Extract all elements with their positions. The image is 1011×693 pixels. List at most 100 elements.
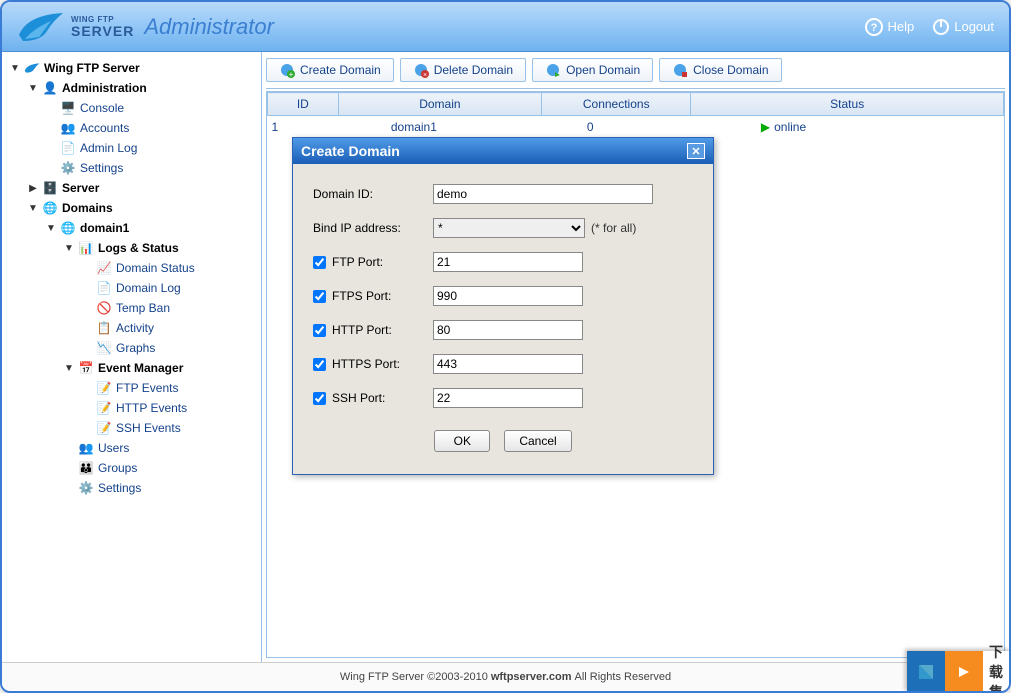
ssh-port-input[interactable] [433,388,583,408]
tree-accounts[interactable]: 👥Accounts [44,118,257,138]
content-area: +Create Domain ×Delete Domain Open Domai… [262,52,1009,662]
server-node-icon: 🗄️ [42,180,58,196]
svg-text:×: × [423,72,427,78]
admin-title: Administrator [144,14,274,40]
ftps-port-label: FTPS Port: [332,289,391,303]
domains-icon: 🌐 [42,200,58,216]
groups-icon: 👪 [78,460,94,476]
accounts-icon: 👥 [60,120,76,136]
bind-ip-label: Bind IP address: [313,221,401,235]
tree-graphs[interactable]: 📉Graphs [80,338,257,358]
tree-logs-status[interactable]: ▼📊Logs & Status [62,238,257,258]
col-connections[interactable]: Connections [542,93,691,116]
tree-temp-ban[interactable]: 🚫Temp Ban [80,298,257,318]
status-icon: 📈 [96,260,112,276]
online-icon: ▶ [761,120,770,134]
tree-administration[interactable]: ▼👤Administration [26,78,257,98]
admin-icon: 👤 [42,80,58,96]
col-status[interactable]: Status [691,93,1004,116]
badge-blue-icon [907,651,945,693]
tree-domains[interactable]: ▼🌐Domains [26,198,257,218]
ok-button[interactable]: OK [434,430,490,452]
globe-delete-icon: × [413,62,429,78]
domain-id-input[interactable] [433,184,653,204]
bind-ip-select[interactable]: * [433,218,585,238]
tree-http-events[interactable]: 📝HTTP Events [80,398,257,418]
ban-icon: 🚫 [96,300,112,316]
bind-hint: (* for all) [591,221,636,235]
tree-console[interactable]: 🖥️Console [44,98,257,118]
https-port-input[interactable] [433,354,583,374]
col-domain[interactable]: Domain [338,93,541,116]
http-port-check[interactable] [313,324,326,337]
dialog-close-button[interactable]: ✕ [687,143,705,159]
https-port-check[interactable] [313,358,326,371]
tree-activity[interactable]: 📋Activity [80,318,257,338]
tree-users[interactable]: 👥Users [62,438,257,458]
console-icon: 🖥️ [60,100,76,116]
logs-icon: 📊 [78,240,94,256]
sidebar: ▼ Wing FTP Server ▼👤Administration 🖥️Con… [2,52,262,662]
evmgr-icon: 📅 [78,360,94,376]
tree-settings-admin[interactable]: ⚙️Settings [44,158,257,178]
ev-icon: 📝 [96,400,112,416]
col-id[interactable]: ID [268,93,339,116]
ev-icon: 📝 [96,420,112,436]
log-icon: 📄 [60,140,76,156]
server-icon [24,60,40,76]
settings-icon: ⚙️ [60,160,76,176]
tree-domain1[interactable]: ▼🌐domain1 [44,218,257,238]
tree-server[interactable]: ▶🗄️Server [26,178,257,198]
settings-icon: ⚙️ [78,480,94,496]
watermark-badge: 下载集 [907,651,1011,693]
badge-orange-icon [945,651,983,693]
logo-text: WING FTP SERVER [71,16,134,38]
ssh-port-check[interactable] [313,392,326,405]
footer: Wing FTP Server ©2003-2010 wftpserver.co… [2,662,1009,690]
ssh-port-label: SSH Port: [332,391,385,405]
users-icon: 👥 [78,440,94,456]
close-domain-button[interactable]: Close Domain [659,58,781,82]
help-link[interactable]: ? Help [865,18,914,36]
svg-text:?: ? [871,22,878,34]
tree-ftp-events[interactable]: 📝FTP Events [80,378,257,398]
create-domain-dialog: Create Domain ✕ Domain ID: Bind IP addre… [292,137,714,475]
badge-text: 下载集 [983,642,1011,693]
ftps-port-input[interactable] [433,286,583,306]
http-port-input[interactable] [433,320,583,340]
domain-id-label: Domain ID: [313,187,373,201]
wing-logo-icon [17,7,65,47]
globe-add-icon: + [279,62,295,78]
dialog-titlebar[interactable]: Create Domain ✕ [293,138,713,164]
logout-link[interactable]: Logout [932,18,994,36]
table-row[interactable]: 1 domain1 0 ▶online [268,116,1004,139]
domain-icon: 🌐 [60,220,76,236]
tree-admin-log[interactable]: 📄Admin Log [44,138,257,158]
ftp-port-input[interactable] [433,252,583,272]
ftp-port-check[interactable] [313,256,326,269]
activity-icon: 📋 [96,320,112,336]
tree-groups[interactable]: 👪Groups [62,458,257,478]
ev-icon: 📝 [96,380,112,396]
create-domain-button[interactable]: +Create Domain [266,58,394,82]
tree-root[interactable]: ▼ Wing FTP Server [8,58,257,78]
globe-open-icon [545,62,561,78]
footer-domain: wftpserver.com [491,671,572,683]
tree-settings-domain[interactable]: ⚙️Settings [62,478,257,498]
globe-close-icon [672,62,688,78]
tree-event-manager[interactable]: ▼📅Event Manager [62,358,257,378]
help-icon: ? [865,18,883,36]
tree-domain-status[interactable]: 📈Domain Status [80,258,257,278]
power-icon [932,18,950,36]
ftps-port-check[interactable] [313,290,326,303]
tree-ssh-events[interactable]: 📝SSH Events [80,418,257,438]
delete-domain-button[interactable]: ×Delete Domain [400,58,526,82]
cancel-button[interactable]: Cancel [504,430,571,452]
open-domain-button[interactable]: Open Domain [532,58,653,82]
https-port-label: HTTPS Port: [332,357,400,371]
tree-domain-log[interactable]: 📄Domain Log [80,278,257,298]
dialog-title-text: Create Domain [301,143,400,159]
graphs-icon: 📉 [96,340,112,356]
ftp-port-label: FTP Port: [332,255,383,269]
header-bar: WING FTP SERVER Administrator ? Help Log… [2,2,1009,52]
